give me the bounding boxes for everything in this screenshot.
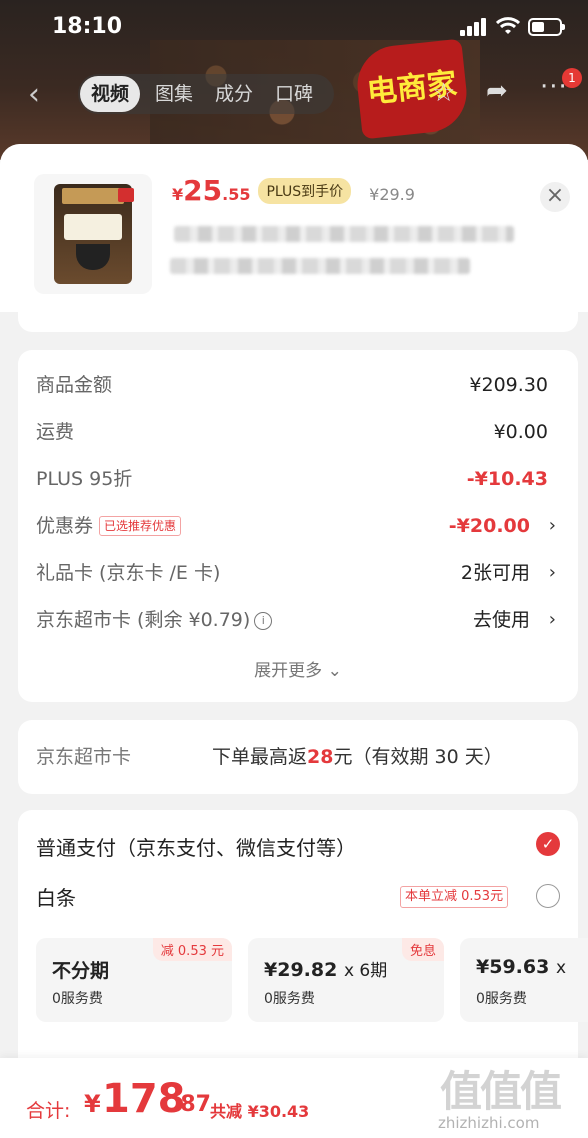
- coupon-tag: 已选推荐优惠: [99, 516, 182, 536]
- signal-icon: [460, 18, 488, 36]
- payment-baitiao-label[interactable]: 白条: [36, 882, 76, 911]
- watermark-logo: 值值值: [440, 1067, 562, 1116]
- total-decimal: .87: [172, 1092, 211, 1117]
- fee-label: 优惠券 已选推荐优惠: [36, 511, 182, 541]
- watermark-site: zhizhizhi.com: [438, 1114, 540, 1132]
- fee-value: ¥0.00: [493, 421, 548, 443]
- payment-normal-label[interactable]: 普通支付（京东支付、微信支付等）: [36, 832, 356, 861]
- supermarket-card-desc: 下单最高返28元（有效期 30 天）: [212, 746, 503, 768]
- wifi-icon: [496, 17, 520, 34]
- chevron-right-icon: ›: [548, 515, 556, 536]
- favorite-star-icon[interactable]: ☆: [432, 78, 455, 108]
- price-integer: 25: [183, 174, 223, 207]
- fee-row-subtotal: 商品金额 ¥209.30: [36, 370, 560, 400]
- installment-badge: 免息: [401, 938, 444, 961]
- fee-row-gift-card[interactable]: 礼品卡 (京东卡 /E 卡) 2张可用 ›: [36, 558, 560, 588]
- fee-label: 礼品卡 (京东卡 /E 卡): [36, 562, 221, 584]
- status-time: 18:10: [52, 14, 123, 39]
- fee-value: 2张可用: [460, 562, 530, 584]
- installment-main: 不分期: [52, 960, 110, 982]
- chevron-right-icon: ›: [548, 562, 556, 583]
- installment-option[interactable]: ¥59.63 x 0服务费: [460, 938, 588, 1022]
- installment-badge: 减 0.53 元: [152, 938, 232, 961]
- tab-gallery[interactable]: 图集: [144, 76, 204, 112]
- supermarket-card-label: 京东超市卡: [36, 746, 132, 768]
- installment-fee: 0服务费: [52, 991, 103, 1007]
- fee-row-shipping: 运费 ¥0.00: [36, 417, 560, 447]
- total-symbol: ¥: [84, 1090, 101, 1118]
- fee-value: -¥20.00: [448, 515, 530, 537]
- fee-row-coupon[interactable]: 优惠券 已选推荐优惠 -¥20.00 ›: [36, 511, 560, 541]
- product-summary: ¥ 25 .55 PLUS到手价 ¥29.9 ×: [0, 144, 588, 312]
- fee-row-supermarket-card[interactable]: 京东超市卡 (剩余 ¥0.79) i 去使用 ›: [36, 605, 560, 635]
- baitiao-discount-tag: 本单立减 0.53元: [400, 886, 509, 908]
- notification-badge: 1: [562, 68, 582, 88]
- blurred-product-title-line-1: [174, 226, 514, 242]
- product-nav-bar: ‹ 视频 图集 成分 口碑 ☆ ➦ ··· 1: [0, 68, 588, 120]
- fee-label: 京东超市卡 (剩余 ¥0.79) i: [36, 605, 273, 635]
- plus-price-badge: PLUS到手价: [258, 177, 352, 204]
- price-symbol: ¥: [172, 185, 184, 204]
- fee-breakdown-card: 商品金额 ¥209.30 运费 ¥0.00 PLUS 95折 -¥10.43 优…: [18, 350, 578, 702]
- tab-video[interactable]: 视频: [80, 76, 141, 112]
- installment-option[interactable]: ¥29.82 x 6期 0服务费 免息: [248, 938, 444, 1022]
- chevron-right-icon: ›: [548, 609, 556, 630]
- back-icon[interactable]: ‹: [28, 80, 52, 110]
- site-watermark: 值值值 zhizhizhi.com: [436, 1058, 586, 1138]
- share-icon[interactable]: ➦: [486, 76, 508, 106]
- spec-card-edge: [18, 312, 578, 332]
- info-icon[interactable]: i: [254, 612, 273, 630]
- total-label: 合计:: [26, 1100, 71, 1122]
- fee-label: PLUS 95折: [36, 468, 133, 490]
- installment-main: ¥59.63 x: [476, 956, 567, 978]
- fee-label: 运费: [36, 421, 75, 443]
- installment-options: 不分期 0服务费 减 0.53 元 ¥29.82 x 6期 0服务费 免息 ¥5…: [36, 938, 588, 1028]
- supermarket-card-promo: 京东超市卡 下单最高返28元（有效期 30 天）: [18, 720, 578, 794]
- installment-option[interactable]: 不分期 0服务费 减 0.53 元: [36, 938, 232, 1022]
- tab-reviews[interactable]: 口碑: [264, 76, 324, 112]
- product-thumbnail: [34, 174, 152, 294]
- checkout-sheet: ¥ 25 .55 PLUS到手价 ¥29.9 × 商品金额 ¥209.30 运费…: [0, 144, 588, 1138]
- battery-icon: [528, 18, 565, 36]
- fee-value: ¥209.30: [469, 374, 548, 396]
- installment-main: ¥29.82 x 6期: [264, 959, 388, 981]
- installment-fee: 0服务费: [476, 991, 527, 1007]
- expand-more-button[interactable]: 展开更多 ⌄: [18, 656, 578, 681]
- check-selected-icon[interactable]: ✓: [536, 832, 560, 856]
- price-row: ¥ 25 .55 PLUS到手价 ¥29.9: [172, 174, 415, 207]
- installment-fee: 0服务费: [264, 991, 315, 1007]
- blurred-product-title-line-2: [170, 258, 470, 274]
- close-icon[interactable]: ×: [540, 182, 570, 212]
- price-decimal: .55: [222, 185, 251, 204]
- fee-row-plus-discount: PLUS 95折 -¥10.43: [36, 464, 560, 494]
- fee-label: 商品金额: [36, 374, 113, 396]
- radio-unselected-icon[interactable]: [536, 884, 560, 908]
- total-discount: 共减 ¥30.43: [210, 1102, 310, 1121]
- fee-value: 去使用: [472, 609, 530, 631]
- status-bar: 18:10: [0, 0, 588, 56]
- original-price: ¥29.9: [369, 185, 415, 204]
- tab-ingredients[interactable]: 成分: [204, 76, 264, 112]
- fee-value: -¥10.43: [466, 468, 548, 490]
- media-tabs: 视频 图集 成分 口碑: [78, 74, 335, 114]
